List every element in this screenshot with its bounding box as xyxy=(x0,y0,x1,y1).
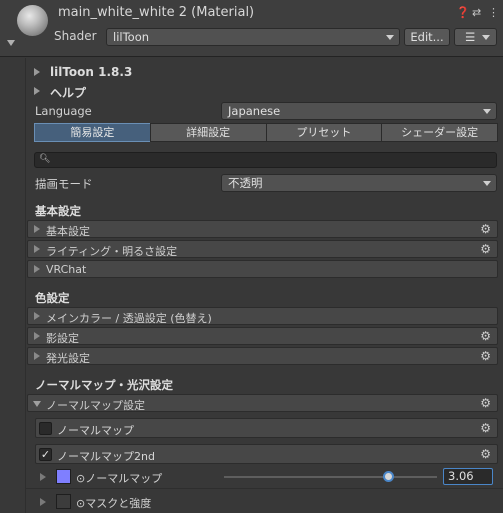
gear-icon[interactable]: ⚙ xyxy=(480,222,491,236)
render-mode-value: 不透明 xyxy=(228,176,263,190)
section-title-normal: ノーマルマップ・光沢設定 xyxy=(35,378,173,392)
chevron-down-icon xyxy=(483,109,491,114)
normal-map-2nd-checkbox[interactable]: ✓ xyxy=(39,448,52,461)
foldout-emission-settings[interactable]: 発光設定 ⚙ xyxy=(27,347,498,365)
mask-strength-row: ⊙マスクと強度 xyxy=(36,492,498,512)
normal-strength-slider[interactable] xyxy=(224,471,437,482)
chevron-right-icon xyxy=(34,332,40,340)
foldout-label: ライティング・明るさ設定 xyxy=(46,245,178,258)
normal-map-2nd-texture-row: ⊙ノーマルマップ 3.06 xyxy=(36,467,498,487)
gear-icon[interactable]: ⚙ xyxy=(480,447,491,461)
chevron-right-icon[interactable] xyxy=(40,498,46,506)
editor-mode-tabs: 簡易設定 詳細設定 プリセット シェーダー設定 xyxy=(34,123,498,142)
shader-dropdown[interactable]: lilToon xyxy=(106,28,400,46)
help-foldout-label: ヘルプ xyxy=(50,86,87,100)
edit-shader-button[interactable]: Edit... xyxy=(404,28,450,46)
sliders-icon[interactable]: ⇄ xyxy=(472,6,481,19)
tab-shader-settings[interactable]: シェーダー設定 xyxy=(381,123,498,142)
chevron-right-icon xyxy=(34,312,40,320)
shader-label: Shader xyxy=(54,29,97,43)
mask-strength-label: ⊙マスクと強度 xyxy=(76,497,152,510)
list-menu-icon: ☰ xyxy=(465,30,476,44)
normal-map-label: ノーマルマップ xyxy=(57,424,134,437)
normal-map-toggle-row: ノーマルマップ ⚙ xyxy=(35,418,498,438)
render-mode-dropdown[interactable]: 不透明 xyxy=(221,174,497,192)
divider xyxy=(26,488,503,489)
header-foldout-icon[interactable] xyxy=(7,40,15,46)
gear-icon[interactable]: ⚙ xyxy=(480,349,491,363)
chevron-right-icon xyxy=(34,265,40,273)
chevron-right-icon xyxy=(34,245,40,253)
chevron-down-icon xyxy=(483,181,491,186)
chevron-down-icon xyxy=(482,35,490,40)
normal-map-prop-label: ⊙ノーマルマップ xyxy=(76,472,163,485)
foldout-shadow-settings[interactable]: 影設定 ⚙ xyxy=(27,327,498,345)
version-foldout-label: lilToon 1.8.3 xyxy=(50,65,133,79)
shader-dropdown-value: lilToon xyxy=(113,30,150,44)
chevron-right-icon[interactable] xyxy=(40,473,46,481)
foldout-main-color[interactable]: メインカラー / 透過設定 (色替え) xyxy=(27,307,498,325)
foldout-label: 基本設定 xyxy=(46,225,90,238)
normal-map-2nd-label: ノーマルマップ2nd xyxy=(57,450,155,463)
foldout-label: メインカラー / 透過設定 (色替え) xyxy=(46,312,212,325)
help-icon[interactable]: ❓ xyxy=(456,6,470,19)
foldout-lighting-settings[interactable]: ライティング・明るさ設定 ⚙ xyxy=(27,240,498,258)
render-mode-label: 描画モード xyxy=(35,177,93,191)
foldout-label: ノーマルマップ設定 xyxy=(46,399,145,412)
tab-simple-settings[interactable]: 簡易設定 xyxy=(34,123,151,142)
indent-guide xyxy=(25,58,26,513)
chevron-right-icon xyxy=(34,225,40,233)
texture-swatch[interactable] xyxy=(56,494,71,509)
gear-icon[interactable]: ⚙ xyxy=(480,421,491,435)
foldout-basic-settings[interactable]: 基本設定 ⚙ xyxy=(27,220,498,238)
tab-advanced-settings[interactable]: 詳細設定 xyxy=(149,123,267,142)
section-title-basic: 基本設定 xyxy=(35,204,81,218)
normal-strength-field[interactable]: 3.06 xyxy=(443,468,493,485)
chevron-right-icon xyxy=(34,68,40,76)
chevron-right-icon xyxy=(34,352,40,360)
chevron-down-icon xyxy=(386,35,394,40)
language-dropdown-value: Japanese xyxy=(228,104,281,118)
chevron-right-icon xyxy=(34,87,40,95)
foldout-label: 影設定 xyxy=(46,332,79,345)
chevron-down-icon xyxy=(33,401,41,407)
material-title: main_white_white 2 (Material) xyxy=(58,5,255,20)
gear-icon[interactable]: ⚙ xyxy=(480,242,491,256)
foldout-label: 発光設定 xyxy=(46,352,90,365)
shader-menu-button[interactable]: ☰ xyxy=(454,28,497,46)
texture-swatch[interactable] xyxy=(56,469,71,484)
search-input[interactable]: 🔍︎ xyxy=(34,152,497,168)
gear-icon[interactable]: ⚙ xyxy=(480,396,491,410)
normal-map-2nd-toggle-row: ✓ ノーマルマップ2nd ⚙ xyxy=(35,444,498,464)
material-preview-sphere[interactable] xyxy=(17,5,48,36)
kebab-icon[interactable]: ⋮ xyxy=(488,6,499,19)
slider-handle[interactable] xyxy=(383,471,394,482)
section-title-color: 色設定 xyxy=(35,291,70,305)
normal-map-checkbox[interactable] xyxy=(39,422,52,435)
language-label: Language xyxy=(35,104,92,118)
inspector-header: main_white_white 2 (Material) ❓ ⇄ ⋮ Shad… xyxy=(0,0,503,57)
language-dropdown[interactable]: Japanese xyxy=(221,102,497,120)
foldout-vrchat[interactable]: VRChat xyxy=(27,260,498,278)
gear-icon[interactable]: ⚙ xyxy=(480,329,491,343)
foldout-label: VRChat xyxy=(46,263,87,276)
foldout-normal-map-settings[interactable]: ノーマルマップ設定 ⚙ xyxy=(27,394,498,412)
tab-presets[interactable]: プリセット xyxy=(265,123,383,142)
search-icon: 🔍︎ xyxy=(39,154,51,164)
